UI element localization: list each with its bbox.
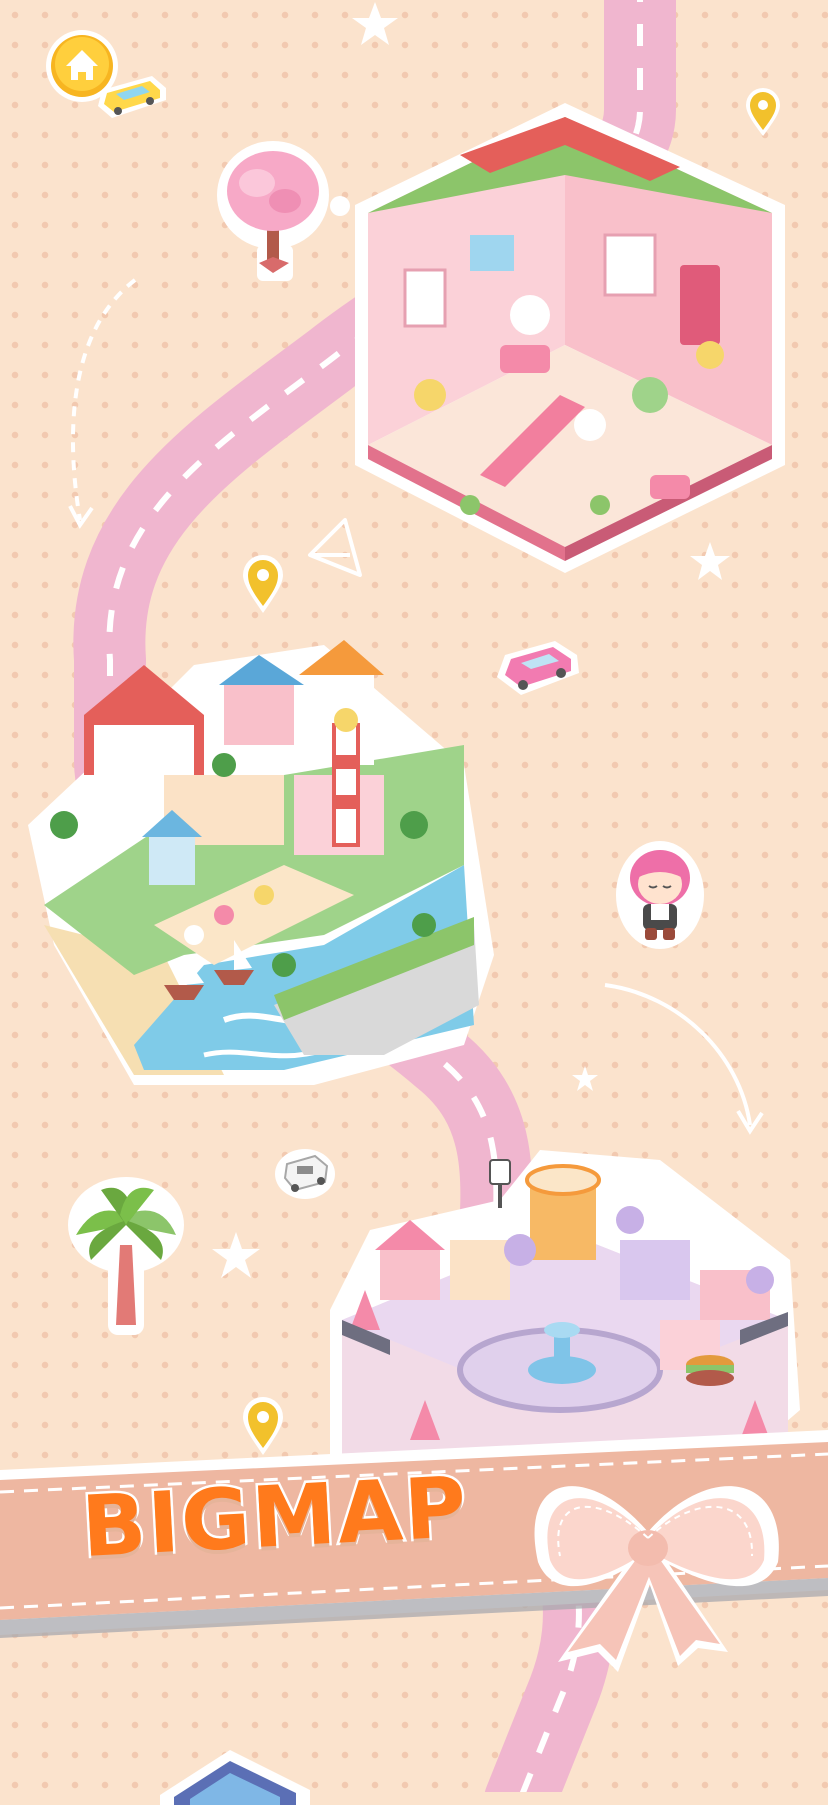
star-icon <box>352 2 398 45</box>
star-icon <box>212 1232 260 1278</box>
star-icon <box>572 1066 598 1091</box>
blossom-tree <box>217 141 329 281</box>
location-pin-icon <box>243 555 283 613</box>
city-plaza-island[interactable] <box>330 1140 800 1470</box>
beach-resort-island[interactable] <box>24 625 494 1095</box>
banner-title: BIGMAP <box>77 1455 473 1578</box>
ribbon-bow <box>534 1486 779 1672</box>
pink-car <box>497 641 579 695</box>
thought-dot <box>330 196 350 216</box>
dashed-arrow-right <box>604 983 764 1135</box>
city-plaza-island-icon <box>330 1150 800 1470</box>
beach-resort-island-icon <box>28 640 494 1085</box>
pink-house-island-icon <box>355 103 785 573</box>
pink-haired-character <box>616 841 704 949</box>
palm-tree <box>68 1177 184 1335</box>
yellow-car <box>98 76 166 118</box>
bottom-building-island[interactable] <box>160 1745 320 1805</box>
white-van <box>275 1149 335 1199</box>
dashed-arrow-left <box>68 278 137 529</box>
pink-house-island[interactable] <box>350 95 790 575</box>
